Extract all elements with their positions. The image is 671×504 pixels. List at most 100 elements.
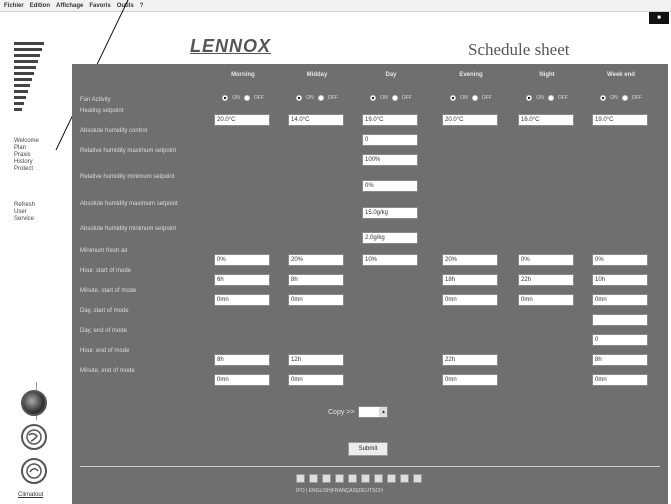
schedule-input[interactable]: 0mn bbox=[592, 374, 648, 386]
menu-item[interactable]: Affichage bbox=[56, 3, 83, 9]
fan-activity-label: Fan Activity bbox=[80, 97, 111, 103]
footer-divider bbox=[80, 466, 660, 467]
row-label: Absolute humidity control bbox=[80, 128, 148, 134]
brand-logo[interactable]: LENNOX bbox=[190, 36, 271, 57]
row-label: Minute, start of mode bbox=[80, 288, 137, 294]
schedule-input[interactable]: 14.0°C bbox=[288, 114, 344, 126]
copy-label: Copy >> bbox=[328, 408, 355, 416]
footer-icon[interactable] bbox=[374, 474, 383, 483]
schedule-input[interactable]: 0 bbox=[362, 134, 418, 146]
schedule-input[interactable]: 0mn bbox=[288, 374, 344, 386]
schedule-input[interactable]: 0mn bbox=[214, 294, 270, 306]
footer-icon[interactable] bbox=[348, 474, 357, 483]
fan-off-radio[interactable] bbox=[391, 95, 398, 101]
row-label: Relative humidity minimum setpoint bbox=[80, 174, 175, 180]
fan-off-radio[interactable] bbox=[243, 95, 250, 101]
fan-on-radio[interactable] bbox=[600, 95, 607, 101]
schedule-input[interactable]: 20% bbox=[442, 254, 498, 266]
schedule-input[interactable]: 0% bbox=[518, 254, 574, 266]
footer-links[interactable]: IPO | ENGLISH|FRANÇAIS|DEUTSCH bbox=[296, 488, 383, 494]
schedule-input[interactable]: 10% bbox=[362, 254, 418, 266]
fan-off-radio[interactable] bbox=[471, 95, 478, 101]
schedule-input[interactable]: 8h bbox=[592, 354, 648, 366]
sidebar-nav-item[interactable]: Service bbox=[14, 216, 35, 223]
fan-on-radio[interactable] bbox=[450, 95, 457, 101]
copy-select[interactable]: ▲ bbox=[358, 406, 389, 418]
schedule-input[interactable]: 22h bbox=[442, 354, 498, 366]
fan-on-radio[interactable] bbox=[526, 95, 533, 101]
footer-icon[interactable] bbox=[322, 474, 331, 483]
fan-off-label: OFF bbox=[481, 95, 492, 101]
sidebar-nav-item[interactable]: Plan bbox=[14, 145, 39, 152]
schedule-input[interactable]: 20.0°C bbox=[214, 114, 270, 126]
fan-off-radio[interactable] bbox=[621, 95, 628, 101]
sidebar-nav-item[interactable]: User bbox=[14, 209, 35, 216]
fan-off-radio[interactable] bbox=[317, 95, 324, 101]
fan-off-label: OFF bbox=[631, 95, 642, 101]
schedule-input[interactable]: 0mn bbox=[214, 374, 270, 386]
fan-on-radio[interactable] bbox=[296, 95, 303, 101]
schedule-input[interactable]: 0mn bbox=[442, 374, 498, 386]
footer-icons bbox=[296, 474, 422, 483]
row-label: Absolute humidity maximum setpoint bbox=[80, 201, 178, 207]
fan-on-radio[interactable] bbox=[222, 95, 229, 101]
schedule-input[interactable]: 20% bbox=[288, 254, 344, 266]
schedule-input[interactable]: 20.0°C bbox=[442, 114, 498, 126]
schedule-input[interactable]: 0% bbox=[362, 180, 418, 192]
sidebar-nav-item[interactable]: Praxis bbox=[14, 152, 39, 159]
schedule-input[interactable]: 100% bbox=[362, 154, 418, 166]
row-label: Day, end of mode bbox=[80, 328, 127, 334]
submit-button[interactable]: Submit bbox=[348, 442, 388, 456]
schedule-input[interactable]: 0mn bbox=[442, 294, 498, 306]
schedule-input[interactable]: 12h bbox=[288, 354, 344, 366]
sidebar-nav-item[interactable]: Protect bbox=[14, 166, 39, 173]
menu-item[interactable]: Outils bbox=[117, 3, 134, 9]
schedule-input[interactable]: 0mn bbox=[592, 294, 648, 306]
menubar: Fichier Edition Affichage Favoris Outils? bbox=[0, 0, 671, 12]
schedule-input[interactable]: 0 bbox=[592, 334, 648, 346]
schedule-input[interactable]: 16.0°C bbox=[518, 114, 574, 126]
schedule-input[interactable]: 0% bbox=[592, 254, 648, 266]
globe-outline-icon[interactable] bbox=[21, 458, 47, 484]
fan-radio-group: ON OFF bbox=[210, 95, 276, 101]
schedule-input[interactable]: 18h bbox=[442, 274, 498, 286]
schedule-input[interactable]: 22h bbox=[518, 274, 574, 286]
globe-dark-icon[interactable] bbox=[21, 390, 47, 416]
row-label: Hour, end of mode bbox=[80, 348, 130, 354]
menu-item[interactable]: Edition bbox=[30, 3, 50, 9]
fan-off-label: OFF bbox=[253, 95, 264, 101]
footer-icon[interactable] bbox=[387, 474, 396, 483]
footer-icon[interactable] bbox=[361, 474, 370, 483]
sidebar-nav-item[interactable]: History bbox=[14, 159, 39, 166]
schedule-input[interactable]: 0mn bbox=[288, 294, 344, 306]
schedule-input[interactable]: 15.0g/kg bbox=[362, 207, 418, 219]
schedule-input[interactable] bbox=[592, 314, 648, 326]
footer-icon[interactable] bbox=[335, 474, 344, 483]
menu-item[interactable]: ? bbox=[140, 3, 144, 9]
schedule-input[interactable]: 8h bbox=[214, 354, 270, 366]
fan-off-label: OFF bbox=[557, 95, 568, 101]
schedule-input[interactable]: 10h bbox=[592, 274, 648, 286]
footer-icon[interactable] bbox=[309, 474, 318, 483]
globe-icon[interactable] bbox=[21, 424, 47, 450]
footer-icon[interactable] bbox=[400, 474, 409, 483]
schedule-input[interactable]: 19.0°C bbox=[592, 114, 648, 126]
menu-item[interactable]: Fichier bbox=[4, 3, 24, 9]
row-label: Relative humidity maximum setpoint bbox=[80, 148, 177, 154]
chevron-down-icon[interactable]: ▲ bbox=[379, 407, 388, 417]
fan-off-radio[interactable] bbox=[547, 95, 554, 101]
sidebar-nav-item[interactable]: Refresh bbox=[14, 202, 35, 209]
fan-on-radio[interactable] bbox=[370, 95, 377, 101]
schedule-input[interactable]: 6h bbox=[214, 274, 270, 286]
footer-icon[interactable] bbox=[413, 474, 422, 483]
schedule-input[interactable]: 19.0°C bbox=[362, 114, 418, 126]
footer-icon[interactable] bbox=[296, 474, 305, 483]
schedule-input[interactable]: 2.0g/kg bbox=[362, 232, 418, 244]
fan-radio-group: ON OFF bbox=[514, 95, 580, 101]
sidebar-nav-item[interactable]: Welcome bbox=[14, 138, 39, 145]
bottom-link[interactable]: Climatout bbox=[18, 492, 43, 498]
menu-item[interactable]: Favoris bbox=[89, 3, 110, 9]
schedule-input[interactable]: 0% bbox=[214, 254, 270, 266]
schedule-input[interactable]: 0mn bbox=[518, 294, 574, 306]
schedule-input[interactable]: 8h bbox=[288, 274, 344, 286]
